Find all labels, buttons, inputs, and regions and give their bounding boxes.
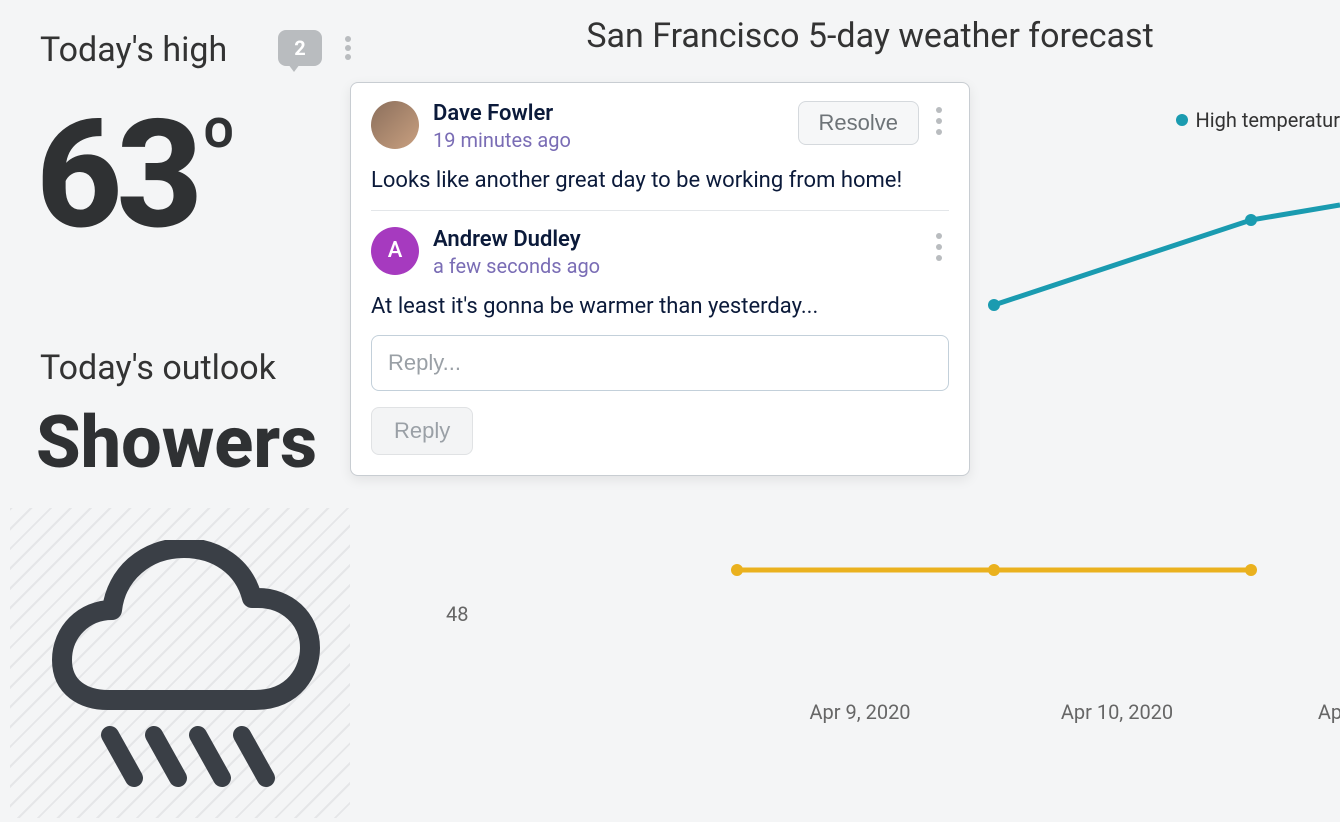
comment-menu-button[interactable] <box>929 227 949 267</box>
comment-body: Looks like another great day to be worki… <box>371 160 949 196</box>
comment-item: Dave Fowler 19 minutes ago Resolve Looks… <box>371 101 949 210</box>
legend-high-temp[interactable]: High temperatur <box>1176 108 1340 132</box>
comment-author: Dave Fowler <box>433 101 571 126</box>
temp-number: 63 <box>36 87 197 263</box>
reply-button[interactable]: Reply <box>371 407 473 455</box>
left-panel: Today's high 2 63º Today's outlook Showe… <box>0 0 360 822</box>
todays-outlook-label: Today's outlook <box>40 348 276 388</box>
x-tick-apr-10: Apr 10, 2020 <box>1037 700 1197 724</box>
avatar-initial: A <box>388 238 403 263</box>
x-tick-apr-9: Apr 9, 2020 <box>780 700 940 724</box>
degree-symbol: º <box>201 103 231 194</box>
avatar[interactable]: A <box>371 227 419 275</box>
comment-timestamp: a few seconds ago <box>433 254 600 278</box>
todays-high-label: Today's high <box>40 30 227 70</box>
card-menu-button[interactable] <box>338 32 358 64</box>
comment-count-badge[interactable]: 2 <box>278 30 322 66</box>
resolve-button[interactable]: Resolve <box>798 101 919 145</box>
chart-title: San Francisco 5-day weather forecast <box>420 16 1320 56</box>
showers-icon <box>50 540 320 800</box>
comment-popover: Dave Fowler 19 minutes ago Resolve Looks… <box>350 82 970 476</box>
avatar[interactable] <box>371 101 419 149</box>
todays-outlook-value: Showers <box>36 400 317 485</box>
comment-timestamp: 19 minutes ago <box>433 128 571 152</box>
comment-item: A Andrew Dudley a few seconds ago At lea… <box>371 210 949 336</box>
x-tick-apr-11: Apr 11, 2020 <box>1294 700 1340 724</box>
y-tick-48: 48 <box>446 602 468 626</box>
legend-dot-icon <box>1176 114 1188 126</box>
comment-menu-button[interactable] <box>929 101 949 141</box>
reply-input[interactable] <box>371 335 949 391</box>
comment-body: At least it's gonna be warmer than yeste… <box>371 286 949 322</box>
legend-high-label: High temperatur <box>1196 108 1340 132</box>
todays-high-value: 63º <box>36 100 227 250</box>
comment-count-value: 2 <box>294 36 305 60</box>
comment-author: Andrew Dudley <box>433 227 600 252</box>
